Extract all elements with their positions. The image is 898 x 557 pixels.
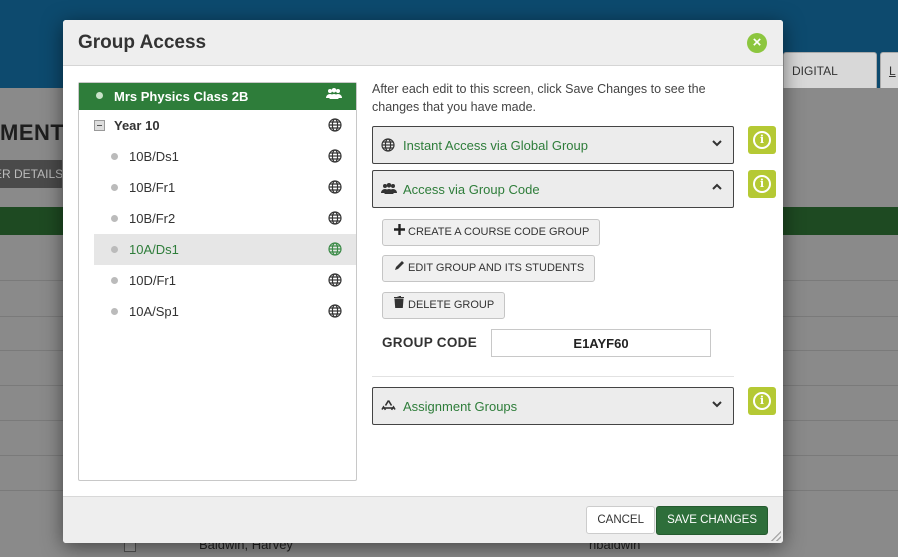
button-label: CREATE A COURSE CODE GROUP: [408, 226, 590, 238]
group-code-field[interactable]: [491, 329, 711, 357]
section-label: Access via Group Code: [403, 182, 540, 197]
tree-year-label: Year 10: [114, 118, 160, 133]
section-divider: [372, 376, 734, 377]
group-code-label: GROUP CODE: [382, 335, 478, 350]
page-title: MENT: [0, 120, 65, 145]
globe-icon: [328, 118, 342, 132]
chevron-down-icon: [711, 398, 723, 413]
tree-item[interactable]: 10B/Fr2: [94, 203, 356, 234]
tab-overflow[interactable]: L: [880, 52, 898, 88]
tree-item-label: 10A/Ds1: [129, 242, 179, 257]
group-access-dialog: Group Access × Mrs Physics Class 2B Year…: [63, 20, 783, 543]
tree-item[interactable]: 10A/Sp1: [94, 296, 356, 327]
intro-text: After each edit to this screen, click Sa…: [372, 82, 706, 114]
globe-icon: [328, 273, 342, 287]
trash-icon: [393, 293, 405, 318]
info-icon[interactable]: i: [748, 387, 776, 415]
info-icon[interactable]: i: [748, 126, 776, 154]
section-label: Assignment Groups: [403, 399, 518, 414]
tree-root-class[interactable]: Mrs Physics Class 2B: [79, 83, 356, 110]
bullet-icon: [111, 184, 118, 191]
tree-item[interactable]: 10B/Ds1: [94, 141, 356, 172]
close-icon[interactable]: ×: [747, 33, 767, 53]
globe-icon: [381, 138, 395, 152]
tree-node-year-10[interactable]: Year 10: [79, 110, 356, 141]
details-tab[interactable]: ER DETAILS: [0, 160, 62, 188]
bullet-icon: [111, 246, 118, 253]
dialog-title: Group Access: [78, 32, 207, 53]
section-instant-access[interactable]: Instant Access via Global Group: [372, 126, 734, 164]
button-label: EDIT GROUP AND ITS STUDENTS: [408, 262, 585, 274]
section-assignment-groups[interactable]: Assignment Groups: [372, 387, 734, 425]
tree-root-label: Mrs Physics Class 2B: [114, 89, 249, 104]
section-label: Instant Access via Global Group: [403, 138, 588, 153]
tree-item-label: 10B/Fr1: [129, 180, 176, 195]
tree-item-label: 10A/Sp1: [129, 304, 179, 319]
save-changes-button[interactable]: SAVE CHANGES: [656, 506, 768, 535]
plus-icon: [393, 220, 405, 245]
globe-icon: [328, 242, 342, 256]
tree-item-label: 10D/Fr1: [129, 273, 176, 288]
edit-group-button[interactable]: EDIT GROUP AND ITS STUDENTS: [382, 255, 596, 282]
resize-handle-icon[interactable]: [771, 531, 781, 541]
globe-icon: [328, 180, 342, 194]
group-icon: [381, 182, 397, 201]
info-icon[interactable]: i: [748, 170, 776, 198]
bullet-icon: [111, 308, 118, 315]
tree-item-selected[interactable]: 10A/Ds1: [94, 234, 356, 265]
globe-icon: [328, 211, 342, 225]
pencil-icon: [393, 256, 405, 281]
tree-item[interactable]: 10B/Fr1: [94, 172, 356, 203]
group-tree: Mrs Physics Class 2B Year 10 10B/Ds1 10B…: [78, 82, 357, 481]
tree-item-label: 10B/Fr2: [129, 211, 176, 226]
bullet-icon: [96, 92, 103, 99]
globe-icon: [328, 304, 342, 318]
tree-item-label: 10B/Ds1: [129, 149, 179, 164]
delete-group-button[interactable]: DELETE GROUP: [382, 292, 506, 319]
section-group-code-access[interactable]: Access via Group Code: [372, 170, 734, 208]
create-course-code-group-button[interactable]: CREATE A COURSE CODE GROUP: [382, 219, 601, 246]
bullet-icon: [111, 153, 118, 160]
bullet-icon: [111, 215, 118, 222]
recycle-icon: [381, 399, 396, 418]
tab-digital-book[interactable]: DIGITAL BOOK: [783, 52, 877, 114]
button-label: DELETE GROUP: [408, 299, 495, 311]
chevron-up-icon: [711, 181, 723, 196]
dialog-header: Group Access ×: [63, 20, 783, 66]
globe-icon: [328, 149, 342, 163]
bullet-icon: [111, 277, 118, 284]
chevron-down-icon: [711, 137, 723, 152]
dialog-footer: CANCEL SAVE CHANGES: [63, 496, 783, 543]
tree-item[interactable]: 10D/Fr1: [94, 265, 356, 296]
group-icon: [326, 83, 342, 110]
cancel-button[interactable]: CANCEL: [586, 506, 655, 534]
collapse-icon[interactable]: [94, 120, 105, 131]
